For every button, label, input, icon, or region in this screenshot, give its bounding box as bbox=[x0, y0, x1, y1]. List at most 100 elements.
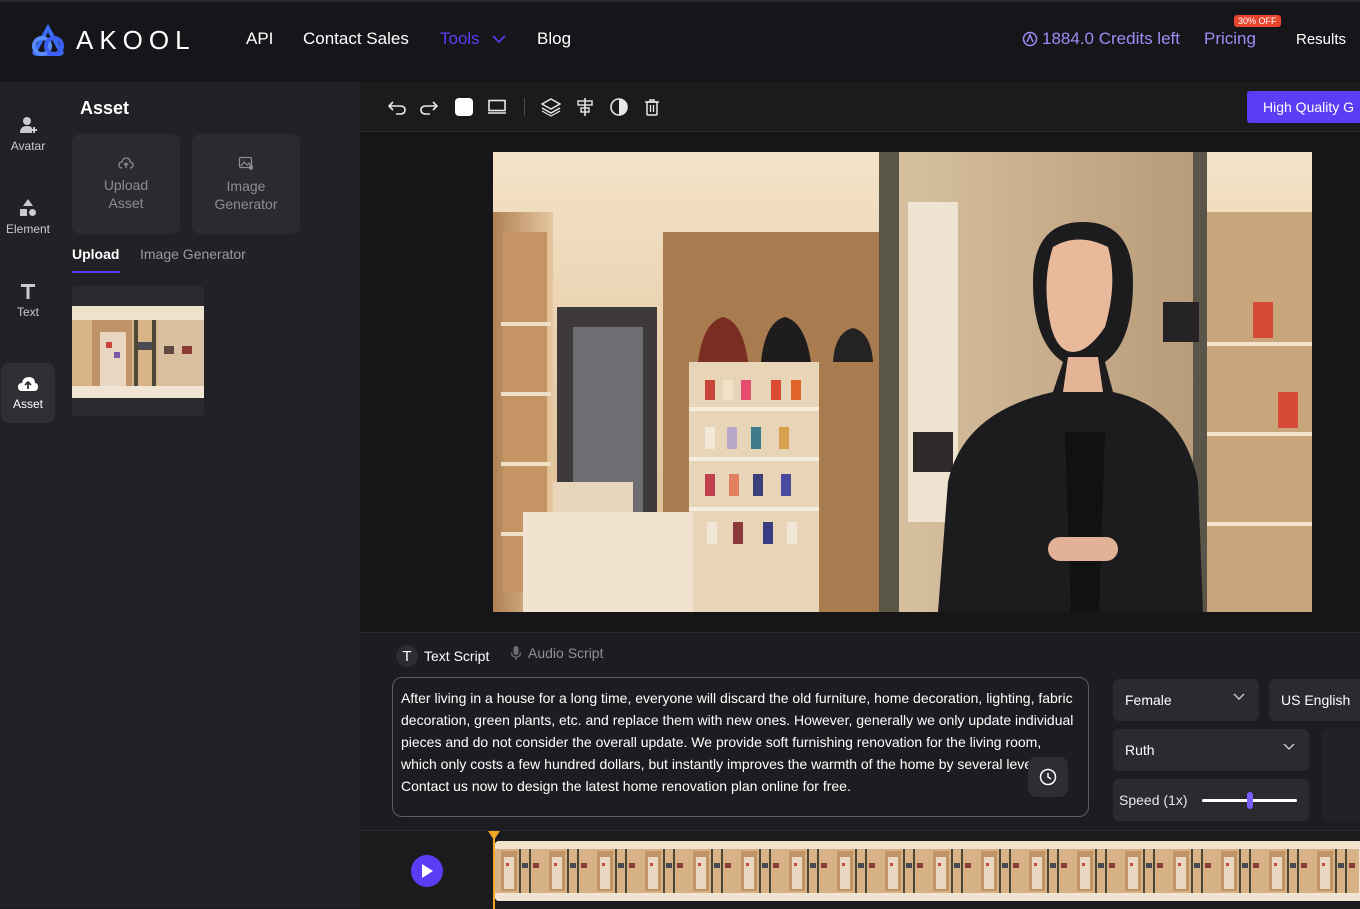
logo-text: AKOOL bbox=[76, 24, 196, 55]
speed-slider-track[interactable] bbox=[1202, 792, 1297, 809]
tab-audio-script[interactable]: Audio Script bbox=[510, 645, 603, 661]
credits-indicator[interactable]: 1884.0 Credits left bbox=[1022, 29, 1180, 49]
tab-active-indicator bbox=[72, 271, 120, 273]
rail-item-avatar[interactable]: Avatar bbox=[0, 104, 56, 164]
voice-select[interactable]: Ruth bbox=[1113, 729, 1309, 771]
language-select[interactable]: US English bbox=[1269, 679, 1360, 721]
nav-results[interactable]: Results bbox=[1296, 31, 1346, 48]
tab-image-generator[interactable]: Image Generator bbox=[140, 246, 246, 262]
nav-api[interactable]: API bbox=[246, 29, 273, 49]
scene-preview[interactable] bbox=[493, 152, 1312, 612]
rail-label-avatar: Avatar bbox=[10, 139, 46, 153]
image-gen-card-line2: Generator bbox=[214, 196, 278, 212]
nav-tools-label: Tools bbox=[440, 29, 480, 48]
timeline-frame bbox=[591, 841, 639, 901]
layers-button[interactable] bbox=[540, 96, 562, 118]
discount-badge: 30% OFF bbox=[1234, 15, 1281, 27]
timeline bbox=[360, 830, 1360, 909]
screen-size-button[interactable] bbox=[486, 96, 508, 118]
left-rail: Avatar Element Text Asset bbox=[0, 82, 56, 908]
logo-mark-icon bbox=[32, 24, 64, 56]
timeline-clip-strip[interactable] bbox=[495, 841, 1360, 901]
undo-button[interactable] bbox=[386, 96, 408, 118]
nav-blog[interactable]: Blog bbox=[537, 29, 571, 49]
store-thumbnail-image bbox=[72, 306, 204, 398]
text-script-icon: T bbox=[396, 645, 418, 667]
insert-pause-button[interactable] bbox=[1028, 757, 1068, 797]
rail-label-text: Text bbox=[16, 305, 39, 319]
cloud-upload-icon bbox=[18, 377, 38, 391]
timeline-frame bbox=[831, 841, 879, 901]
playhead[interactable] bbox=[493, 831, 495, 909]
panel-title: Asset bbox=[80, 98, 130, 118]
script-area: T Text Script Audio Script After living … bbox=[360, 632, 1360, 830]
credits-icon bbox=[1022, 31, 1038, 47]
rail-item-asset[interactable]: Asset bbox=[1, 363, 55, 423]
timeline-frame bbox=[687, 841, 735, 901]
script-textarea[interactable]: After living in a house for a long time,… bbox=[392, 677, 1089, 817]
timeline-frame bbox=[1023, 841, 1071, 901]
square-fill-icon bbox=[455, 98, 473, 116]
microphone-icon bbox=[510, 646, 522, 660]
image-gen-card-line1: Image bbox=[226, 178, 266, 194]
script-text: After living in a house for a long time,… bbox=[401, 690, 1074, 794]
rail-item-element[interactable]: Element bbox=[0, 187, 56, 247]
timeline-frame bbox=[543, 841, 591, 901]
timeline-frame bbox=[1263, 841, 1311, 901]
play-button[interactable] bbox=[411, 855, 443, 887]
toolbar-divider bbox=[524, 98, 525, 116]
contrast-button[interactable] bbox=[608, 96, 630, 118]
rail-item-text[interactable]: Text bbox=[0, 270, 56, 330]
delete-button[interactable] bbox=[641, 96, 663, 118]
nav-pricing[interactable]: Pricing bbox=[1204, 29, 1256, 49]
upload-icon bbox=[118, 157, 134, 169]
nav-contact-sales[interactable]: Contact Sales bbox=[303, 29, 409, 49]
upload-asset-card[interactable]: Upload Asset bbox=[72, 134, 180, 234]
nav-tools[interactable]: Tools bbox=[440, 29, 506, 49]
voice-value: Ruth bbox=[1125, 742, 1155, 758]
timeline-frame bbox=[1311, 841, 1359, 901]
image-generator-card[interactable]: Image Generator bbox=[192, 134, 300, 234]
chevron-down-icon bbox=[1233, 693, 1245, 700]
avatar-icon bbox=[20, 117, 37, 133]
text-icon bbox=[21, 284, 35, 299]
chevron-down-icon bbox=[1283, 743, 1295, 750]
timeline-frame bbox=[1215, 841, 1263, 901]
timeline-frame bbox=[735, 841, 783, 901]
akool-logo[interactable]: AKOOL bbox=[28, 22, 196, 58]
upload-card-line2: Asset bbox=[108, 195, 144, 211]
high-quality-generate-button[interactable]: High Quality G bbox=[1247, 91, 1360, 123]
text-script-label: Text Script bbox=[424, 648, 490, 664]
rail-label-asset: Asset bbox=[12, 397, 43, 411]
align-button[interactable] bbox=[574, 96, 596, 118]
video-canvas bbox=[360, 132, 1360, 632]
contrast-icon bbox=[610, 98, 628, 116]
background-color-button[interactable] bbox=[453, 96, 475, 118]
uploaded-asset-thumbnail[interactable] bbox=[72, 286, 204, 416]
credits-text: 1884.0 Credits left bbox=[1042, 29, 1180, 48]
speed-slider-thumb[interactable] bbox=[1246, 792, 1253, 809]
top-bar: AKOOL API Contact Sales Tools Blog 1884.… bbox=[0, 0, 1360, 82]
speed-control: Speed (1x) bbox=[1113, 779, 1309, 821]
gender-select[interactable]: Female bbox=[1113, 679, 1259, 721]
gender-value: Female bbox=[1125, 692, 1172, 708]
redo-button[interactable] bbox=[418, 96, 440, 118]
monitor-icon bbox=[488, 99, 506, 114]
timeline-frame bbox=[1071, 841, 1119, 901]
play-icon bbox=[422, 864, 433, 878]
tab-text-script[interactable]: T Text Script bbox=[396, 645, 489, 667]
timeline-frame bbox=[639, 841, 687, 901]
voice-preview-panel bbox=[1321, 729, 1360, 821]
language-value: US English bbox=[1281, 692, 1351, 708]
timeline-frame bbox=[783, 841, 831, 901]
store-background-image bbox=[493, 152, 1312, 612]
tab-upload[interactable]: Upload bbox=[72, 246, 119, 262]
playhead-handle[interactable] bbox=[488, 831, 500, 840]
chevron-down-icon bbox=[492, 35, 506, 44]
audio-script-label: Audio Script bbox=[528, 645, 604, 661]
image-generator-icon bbox=[238, 156, 254, 170]
clock-icon bbox=[1039, 768, 1057, 786]
timeline-frame bbox=[1119, 841, 1167, 901]
timeline-frame bbox=[495, 841, 543, 901]
upload-card-line1: Upload bbox=[103, 177, 149, 193]
